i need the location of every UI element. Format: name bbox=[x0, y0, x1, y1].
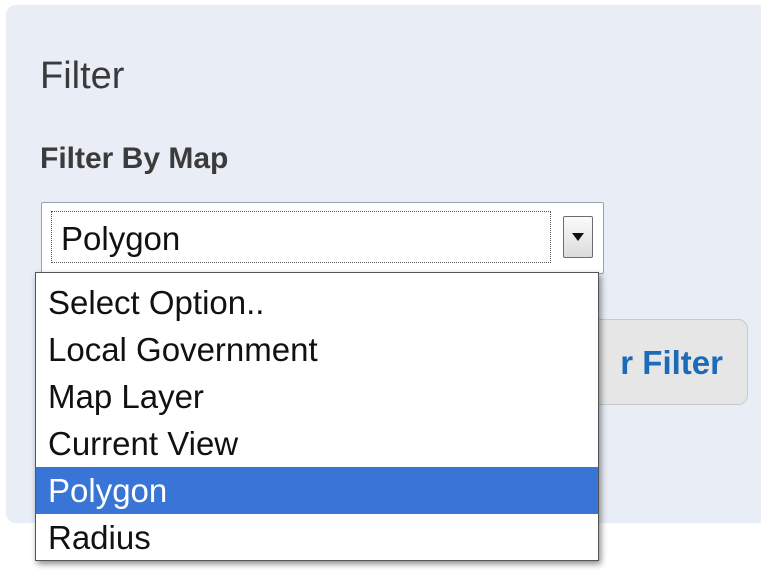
option-local-government[interactable]: Local Government bbox=[36, 326, 598, 373]
chevron-down-icon[interactable] bbox=[563, 216, 593, 258]
select-dropdown-list: Select Option.. Local Government Map Lay… bbox=[35, 272, 599, 561]
option-map-layer[interactable]: Map Layer bbox=[36, 373, 598, 420]
option-select-option[interactable]: Select Option.. bbox=[36, 279, 598, 326]
option-radius[interactable]: Radius bbox=[36, 514, 598, 561]
filter-by-map-label: Filter By Map bbox=[40, 142, 229, 175]
filter-by-map-select[interactable]: Polygon bbox=[41, 202, 604, 274]
option-polygon[interactable]: Polygon bbox=[36, 467, 598, 514]
option-current-view[interactable]: Current View bbox=[36, 420, 598, 467]
panel-title: Filter bbox=[40, 55, 125, 97]
select-current-value: Polygon bbox=[61, 220, 181, 257]
